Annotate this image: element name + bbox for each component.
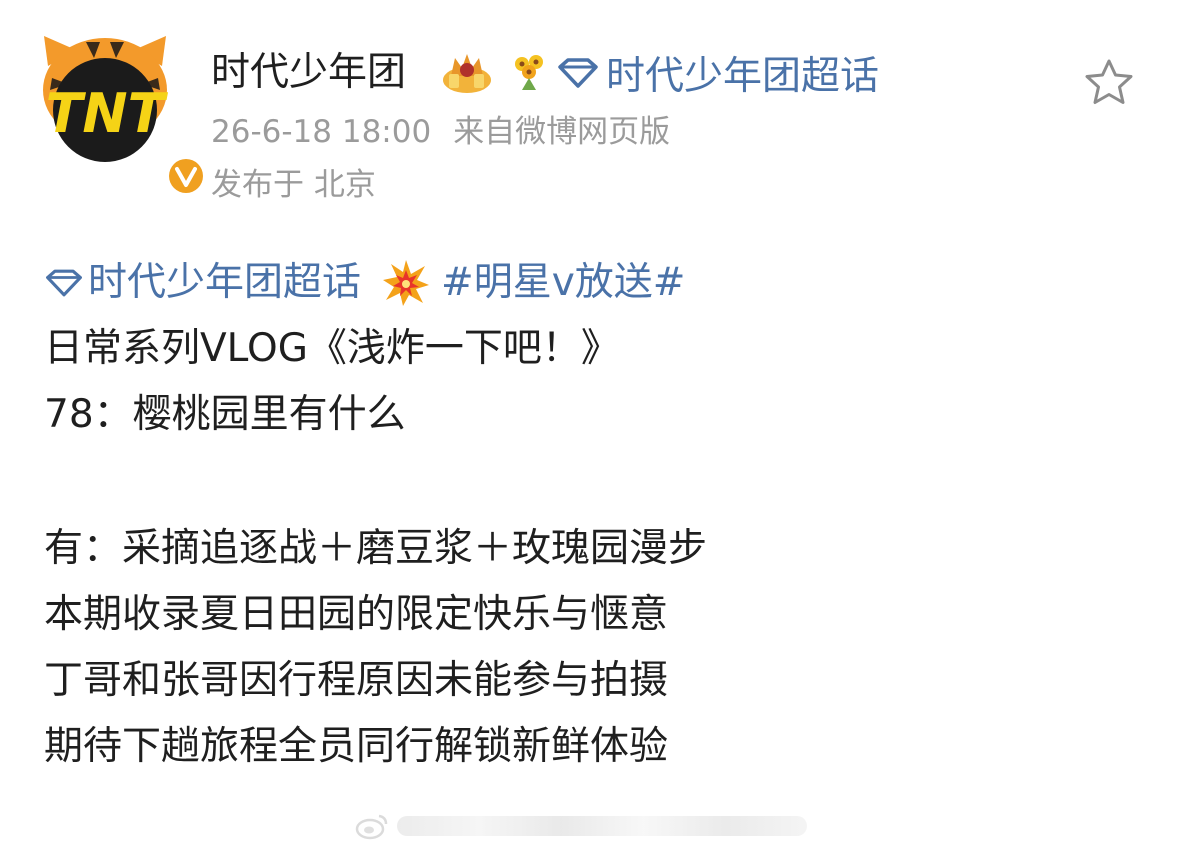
content-line: 丁哥和张哥因行程原因未能参与拍摄 (44, 658, 669, 703)
supertopic-tag[interactable]: 时代少年团超话 (44, 250, 361, 316)
diamond-icon (558, 58, 598, 88)
weibo-logo-icon (355, 814, 388, 840)
diamond-icon (46, 269, 82, 297)
post-timestamp: 26-6-18 18:00 (211, 114, 432, 150)
post-content: 时代少年团超话 #明星v放送# 日常系列VLOG《浅炸一下吧！》 78：樱桃园里… (44, 250, 1144, 780)
collision-emoji-icon (383, 260, 430, 306)
content-line: 本期收录夏日田园的限定快乐与惬意 (44, 592, 669, 637)
flower-bouquet-icon (515, 55, 543, 90)
content-line: 78：樱桃园里有什么 (44, 392, 406, 437)
verified-badge-icon (166, 156, 206, 196)
supertopic-tag-label: 时代少年团超话 (88, 260, 362, 305)
svg-text:TNT: TNT (46, 82, 169, 145)
supertopic-label: 时代少年团超话 (606, 54, 880, 99)
star-outline-icon[interactable] (1083, 57, 1135, 107)
post-header: TNT 时代少年团 时代少年团超话 26-6-18 18:00 来自微博网页版 (0, 0, 1179, 230)
post-source[interactable]: 来自微博网页版 (453, 114, 670, 150)
author-name[interactable]: 时代少年团 (211, 48, 406, 98)
content-line: 日常系列VLOG《浅炸一下吧！》 (44, 326, 620, 371)
watermark (355, 808, 807, 844)
content-line: 期待下趟旅程全员同行解锁新鲜体验 (44, 724, 669, 769)
crown-badge-icon (443, 54, 491, 93)
hashtag-link[interactable]: #明星v放送# (441, 250, 685, 316)
avatar[interactable]: TNT (38, 28, 206, 196)
content-line: 有：采摘追逐战＋磨豆浆＋玫瑰园漫步 (44, 526, 708, 571)
tiger-avatar-icon: TNT (43, 36, 169, 162)
topic-line: 时代少年团超话 #明星v放送# (44, 250, 1144, 316)
post-meta: 26-6-18 18:00 来自微博网页版 (211, 112, 670, 152)
supertopic-link[interactable]: 时代少年团超话 (556, 48, 880, 99)
watermark-blur (397, 816, 807, 836)
post-location: 发布于 北京 (211, 167, 376, 203)
